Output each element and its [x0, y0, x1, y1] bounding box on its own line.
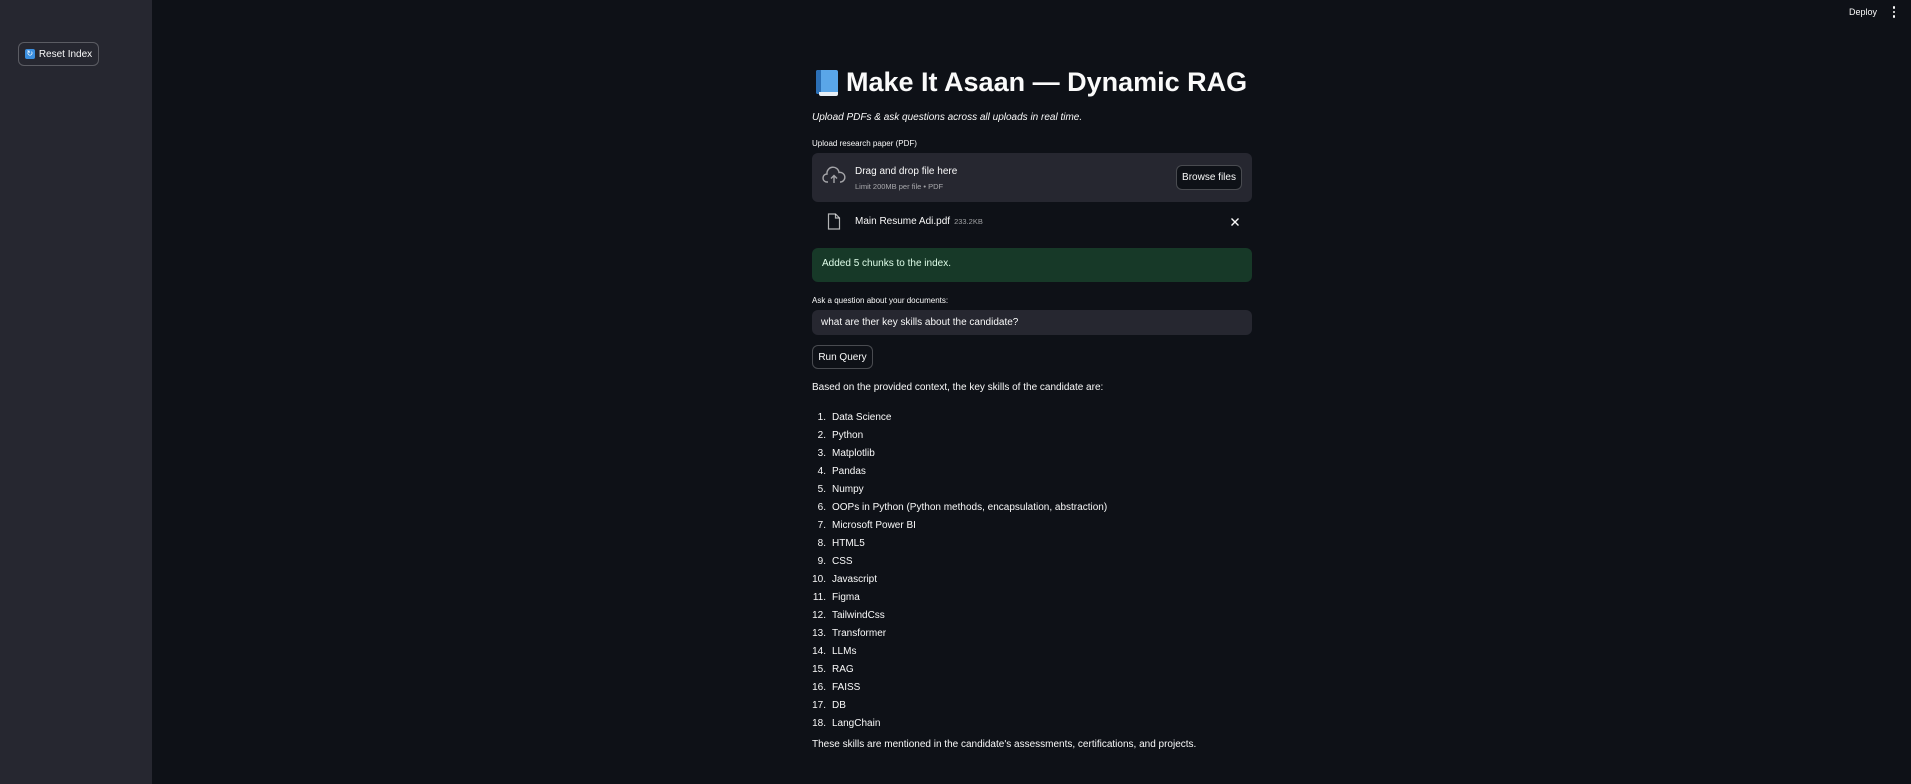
reset-index-label: Reset Index: [38, 48, 93, 60]
list-item: 12. TailwindCss: [812, 609, 885, 621]
list-item: 13. Transformer: [812, 627, 887, 639]
reset-index-button[interactable]: ↻ Reset Index: [18, 42, 99, 66]
page-title-text: Make It Asaan — Dynamic RAG: [846, 67, 1248, 97]
skill-text: DB: [832, 699, 846, 711]
list-item: 3. Matplotlib: [817, 447, 875, 459]
question-label: Ask a question about your documents:: [812, 296, 949, 305]
list-item: 9. CSS: [817, 555, 853, 567]
page-title: Make It Asaan — Dynamic RAG: [816, 67, 1247, 98]
skill-text: Numpy: [832, 483, 864, 495]
skills-list: 1. Data Science 2. Python 3. Matplotlib 4. P…: [812, 408, 1107, 732]
file-icon: [827, 213, 841, 230]
deploy-button[interactable]: Deploy: [1849, 7, 1877, 17]
skill-text: Transformer: [832, 627, 887, 639]
answer-intro: Based on the provided context, the key s…: [812, 382, 1104, 393]
skill-text: CSS: [832, 555, 853, 567]
skill-text: LangChain: [832, 717, 881, 729]
list-item: 5. Numpy: [817, 483, 864, 495]
close-icon[interactable]: [1228, 215, 1242, 229]
list-item: 11. Figma: [812, 591, 860, 603]
skill-text: HTML5: [832, 537, 865, 549]
dropzone-limit-text: Limit 200MB per file • PDF: [855, 182, 944, 191]
refresh-icon: ↻: [24, 49, 35, 59]
sidebar: ↻ Reset Index: [0, 0, 152, 784]
list-item: 1. Data Science: [817, 411, 892, 423]
file-size: 233.2KB: [954, 217, 983, 226]
list-item: 17. DB: [812, 699, 846, 711]
file-name: Main Resume Adi.pdf 233.2KB: [855, 216, 983, 227]
skill-text: TailwindCss: [832, 609, 885, 621]
list-item: 18. LangChain: [812, 717, 881, 729]
list-item: 4. Pandas: [817, 465, 866, 477]
dropzone-text: Drag and drop file here: [855, 166, 958, 177]
skill-text: LLMs: [832, 645, 857, 657]
skill-text: Microsoft Power BI: [832, 519, 916, 531]
top-toolbar: Deploy: [1849, 0, 1911, 24]
file-dropzone[interactable]: Drag and drop file here Limit 200MB per …: [812, 153, 1252, 202]
run-query-button[interactable]: Run Query: [812, 345, 873, 369]
browse-files-button[interactable]: Browse files: [1176, 165, 1242, 190]
list-item: 8. HTML5: [817, 537, 865, 549]
list-item: 14. LLMs: [812, 645, 857, 657]
page-subtitle: Upload PDFs & ask questions across all u…: [812, 112, 1083, 123]
list-item: 16. FAISS: [812, 681, 861, 693]
skill-text: Javascript: [832, 573, 878, 585]
cloud-upload-icon: [822, 166, 846, 183]
skill-text: FAISS: [832, 681, 861, 693]
skill-text: Python: [832, 429, 864, 441]
skill-text: Matplotlib: [832, 447, 875, 459]
list-item: 7. Microsoft Power BI: [817, 519, 916, 531]
skill-text: Figma: [832, 591, 860, 603]
answer-outro: These skills are mentioned in the candid…: [812, 739, 1197, 750]
question-input[interactable]: [812, 310, 1252, 335]
list-item: 6. OOPs in Python (Python methods, encaps…: [817, 501, 1108, 513]
blue-book-icon: [816, 69, 838, 96]
list-item: 10. Javascript: [812, 573, 878, 585]
upload-label: Upload research paper (PDF): [812, 139, 917, 148]
success-alert: Added 5 chunks to the index.: [812, 248, 1252, 282]
file-name-text: Main Resume Adi.pdf: [855, 216, 951, 227]
skill-text: Data Science: [832, 411, 892, 423]
list-item: 15. RAG: [812, 663, 854, 675]
skill-text: OOPs in Python (Python methods, encapsul…: [832, 501, 1108, 513]
list-item: 2. Python: [817, 429, 864, 441]
skill-text: RAG: [832, 663, 854, 675]
kebab-menu-icon[interactable]: [1889, 5, 1899, 19]
skill-text: Pandas: [832, 465, 866, 477]
uploaded-file-row: Main Resume Adi.pdf 233.2KB: [812, 212, 1252, 232]
